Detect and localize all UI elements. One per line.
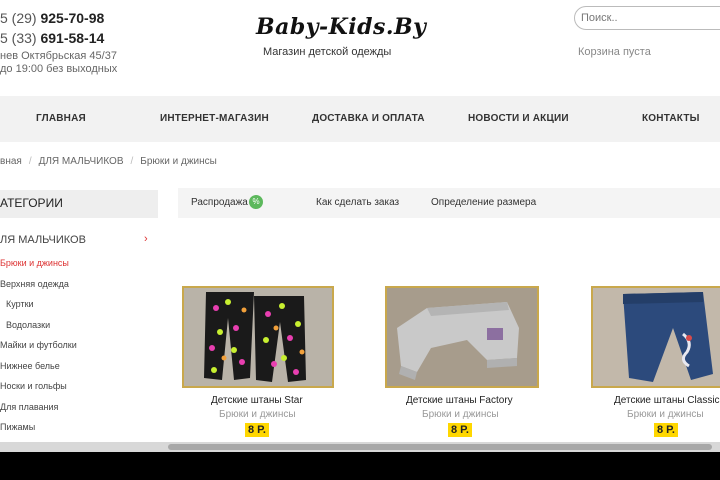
pants-classic-illustration (593, 288, 720, 386)
sale-tag-icon: % (249, 195, 263, 209)
breadcrumb: вная / ДЛЯ МАЛЬЧИКОВ / Брюки и джинсы (0, 156, 217, 167)
sidebar-item-pajamas[interactable]: Пижамы (0, 422, 35, 432)
product-title-star[interactable]: Детские штаны Star (211, 395, 303, 406)
breadcrumb-boys[interactable]: ДЛЯ МАЛЬЧИКОВ (39, 156, 124, 167)
product-price-factory: 8 Р. (448, 423, 472, 437)
product-category-star[interactable]: Брюки и джинсы (219, 409, 296, 420)
breadcrumb-current: Брюки и джинсы (140, 156, 217, 167)
sidebar-item-outerwear[interactable]: Верхняя одежда (0, 279, 69, 289)
nav-news[interactable]: НОВОСТИ И АКЦИИ (468, 113, 569, 124)
category-group-boys[interactable]: ЛЯ МАЛЬЧИКОВ (0, 234, 86, 246)
product-category-classic[interactable]: Брюки и джинсы (627, 409, 704, 420)
pants-factory-illustration (387, 288, 537, 386)
main-nav: ГЛАВНАЯ ИНТЕРНЕТ-МАГАЗИН ДОСТАВКА И ОПЛА… (0, 96, 720, 142)
breadcrumb-separator: / (28, 156, 32, 167)
sidebar-item-socks[interactable]: Носки и гольфы (0, 381, 67, 391)
sidebar-item-jackets[interactable]: Куртки (6, 299, 34, 309)
phone-2-number: 691-58-14 (40, 30, 105, 46)
product-title-classic[interactable]: Детские штаны Classic (614, 395, 720, 406)
chevron-right-icon: › (144, 233, 148, 245)
nav-home[interactable]: ГЛАВНАЯ (36, 113, 86, 124)
categories-heading: АТЕГОРИИ (0, 190, 158, 218)
sidebar-item-underwear[interactable]: Нижнее белье (0, 361, 60, 371)
sidebar-item-turtlenecks[interactable]: Водолазки (6, 320, 50, 330)
product-category-factory[interactable]: Брюки и джинсы (422, 409, 499, 420)
product-image-factory[interactable] (385, 286, 539, 388)
breadcrumb-home[interactable]: вная (0, 156, 22, 167)
tab-size-guide[interactable]: Определение размера (431, 197, 536, 208)
sidebar-item-trousers[interactable]: Брюки и джинсы (0, 258, 69, 268)
product-image-star[interactable] (182, 286, 334, 388)
tab-how-to-order[interactable]: Как сделать заказ (316, 197, 399, 208)
cart-status[interactable]: Корзина пуста (578, 46, 651, 58)
phone-2-prefix: 5 (33) (0, 30, 37, 46)
nav-shop[interactable]: ИНТЕРНЕТ-МАГАЗИН (160, 113, 269, 124)
nav-contacts[interactable]: КОНТАКТЫ (642, 113, 700, 124)
product-price-classic: 8 Р. (654, 423, 678, 437)
horizontal-scrollbar-thumb[interactable] (168, 444, 712, 450)
sidebar-item-swimwear[interactable]: Для плавания (0, 402, 58, 412)
bottom-black-bar (0, 452, 720, 480)
sidebar-item-tshirts[interactable]: Майки и футболки (0, 340, 77, 350)
nav-delivery[interactable]: ДОСТАВКА И ОПЛАТА (312, 113, 425, 124)
working-hours: до 19:00 без выходных (0, 63, 118, 75)
product-image-classic[interactable] (591, 286, 720, 388)
phone-1-prefix: 5 (29) (0, 10, 37, 26)
product-title-factory[interactable]: Детские штаны Factory (406, 395, 513, 406)
tab-sale[interactable]: Распродажа (191, 197, 248, 208)
site-tagline: Магазин детской одежды (263, 46, 392, 58)
product-price-star: 8 Р. (245, 423, 269, 437)
phone-1-number: 925-70-98 (40, 10, 105, 26)
site-logo[interactable]: Baby-Kids.By (256, 14, 426, 40)
breadcrumb-separator: / (130, 156, 134, 167)
address: нев Октябрьская 45/37 (0, 50, 117, 62)
phone-2: 5 (33) 691-58-14 (0, 30, 104, 46)
pants-star-illustration (184, 288, 332, 386)
search-input[interactable] (574, 6, 720, 30)
phone-1: 5 (29) 925-70-98 (0, 10, 104, 26)
